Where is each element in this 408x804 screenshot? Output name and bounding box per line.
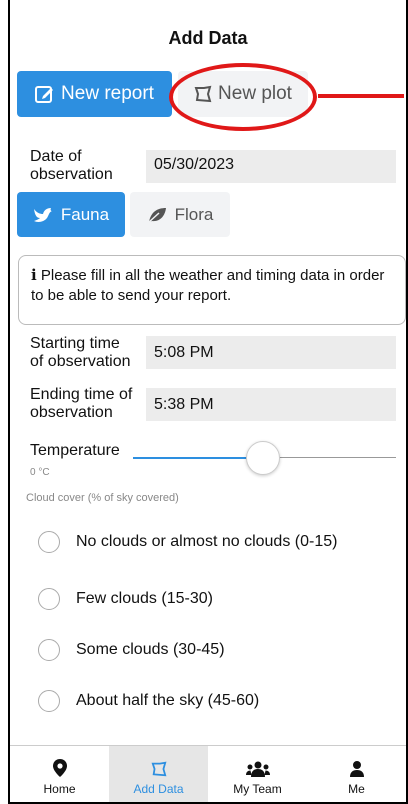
cloud-option-0-15[interactable]: No clouds or almost no clouds (0-15) — [38, 527, 337, 557]
bottom-nav: Home Add Data My Team Me — [10, 745, 406, 802]
map-marker-icon — [52, 759, 67, 777]
cloud-option-30-45[interactable]: Some clouds (30-45) — [38, 635, 225, 665]
radio-button[interactable] — [38, 588, 60, 610]
nav-add-data-label: Add Data — [133, 782, 184, 796]
nav-me-label: Me — [348, 782, 365, 796]
radio-button[interactable] — [38, 531, 60, 553]
temperature-slider-fill[interactable] — [133, 457, 263, 459]
info-message: i Please fill in all the weather and tim… — [18, 255, 406, 325]
flora-button[interactable]: Flora — [130, 192, 230, 237]
nav-add-data[interactable]: Add Data — [109, 746, 208, 802]
nav-my-team-label: My Team — [233, 782, 282, 796]
date-field[interactable]: 05/30/2023 — [146, 150, 396, 183]
temperature-slider-thumb[interactable] — [246, 441, 280, 475]
page-title: Add Data — [168, 28, 248, 48]
cloud-option-label: Few clouds (15-30) — [76, 590, 213, 607]
temperature-value: 0 °C — [30, 467, 50, 478]
radio-button[interactable] — [38, 639, 60, 661]
new-report-button[interactable]: New report — [17, 71, 172, 117]
edit-icon — [35, 86, 54, 103]
temperature-slider-track[interactable] — [263, 457, 396, 458]
fauna-button[interactable]: Fauna — [17, 192, 125, 237]
cloud-cover-label: Cloud cover (% of sky covered) — [26, 492, 179, 504]
cloud-option-15-30[interactable]: Few clouds (15-30) — [38, 584, 213, 614]
bird-icon — [33, 207, 52, 222]
new-report-label: New report — [61, 83, 154, 104]
nav-my-team[interactable]: My Team — [208, 746, 307, 802]
date-label: Date of observation — [30, 148, 113, 183]
temperature-label: Temperature — [30, 442, 120, 459]
annotation-ellipse — [169, 63, 317, 131]
end-time-label: Ending time of observation — [30, 386, 133, 421]
fauna-label: Fauna — [60, 204, 110, 224]
start-time-field[interactable]: 5:08 PM — [146, 336, 396, 369]
nav-home-label: Home — [43, 782, 76, 796]
info-icon: i — [31, 266, 37, 284]
radio-button[interactable] — [38, 690, 60, 712]
annotation-arrow-line — [318, 94, 404, 98]
user-icon — [349, 761, 364, 777]
plot-icon — [151, 761, 166, 777]
nav-home[interactable]: Home — [10, 746, 109, 802]
cloud-option-label: No clouds or almost no clouds (0-15) — [76, 533, 338, 550]
cloud-option-label: About half the sky (45-60) — [76, 692, 260, 709]
cloud-option-45-60[interactable]: About half the sky (45-60) — [38, 686, 259, 716]
end-time-field[interactable]: 5:38 PM — [146, 388, 396, 421]
nav-me[interactable]: Me — [307, 746, 406, 802]
flora-label: Flora — [174, 204, 214, 224]
cloud-option-label: Some clouds (30-45) — [76, 641, 225, 658]
leaf-icon — [147, 207, 166, 224]
info-text: Please fill in all the weather and timin… — [31, 267, 385, 304]
start-time-label: Starting time of observation — [30, 335, 131, 370]
users-icon — [245, 761, 270, 777]
